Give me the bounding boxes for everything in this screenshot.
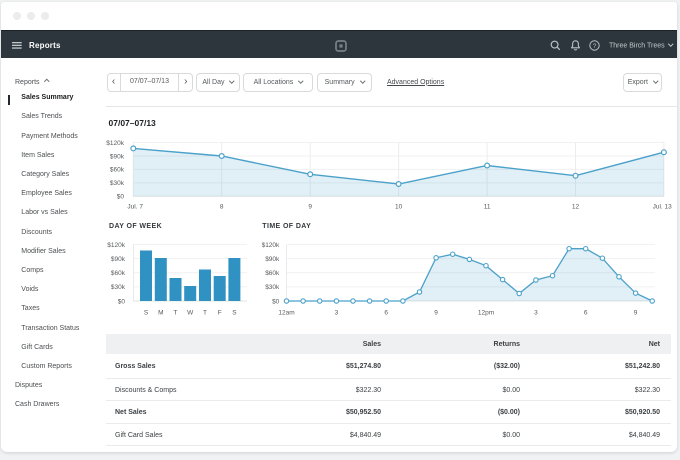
svg-text:8: 8 <box>220 204 224 211</box>
svg-text:$60k: $60k <box>110 167 125 174</box>
svg-text:Jul. 7: Jul. 7 <box>127 204 143 211</box>
svg-text:T: T <box>174 310 178 317</box>
svg-text:$120k: $120k <box>262 242 280 249</box>
svg-text:$0: $0 <box>118 298 126 305</box>
svg-text:$30k: $30k <box>110 180 125 187</box>
svg-text:11: 11 <box>484 204 491 211</box>
svg-text:$90k: $90k <box>111 256 126 263</box>
svg-text:6: 6 <box>384 310 388 317</box>
svg-text:$0: $0 <box>117 194 125 201</box>
svg-text:$120k: $120k <box>107 242 125 249</box>
svg-text:S: S <box>144 310 149 317</box>
svg-text:12pm: 12pm <box>478 310 494 317</box>
svg-text:$0: $0 <box>272 298 280 305</box>
svg-text:9: 9 <box>634 310 638 317</box>
svg-text:$30k: $30k <box>265 284 280 291</box>
svg-text:$60k: $60k <box>111 270 126 277</box>
svg-text:W: W <box>187 310 194 317</box>
svg-text:3: 3 <box>335 310 339 317</box>
svg-text:F: F <box>218 310 222 317</box>
svg-text:12am: 12am <box>278 310 294 317</box>
svg-text:12: 12 <box>572 204 580 211</box>
svg-text:Jul. 13: Jul. 13 <box>653 204 673 211</box>
svg-text:M: M <box>158 310 163 317</box>
svg-text:6: 6 <box>584 310 588 317</box>
svg-text:T: T <box>203 310 207 317</box>
svg-text:9: 9 <box>308 204 312 211</box>
svg-text:$30k: $30k <box>111 284 126 291</box>
svg-text:10: 10 <box>395 204 403 211</box>
svg-text:$120k: $120k <box>106 140 124 147</box>
svg-text:?: ? <box>593 43 597 50</box>
svg-text:S: S <box>232 310 237 317</box>
svg-text:$60k: $60k <box>265 270 280 277</box>
svg-text:9: 9 <box>434 310 438 317</box>
svg-text:$90k: $90k <box>265 256 280 263</box>
svg-text:3: 3 <box>534 310 538 317</box>
svg-text:$90k: $90k <box>110 154 125 161</box>
